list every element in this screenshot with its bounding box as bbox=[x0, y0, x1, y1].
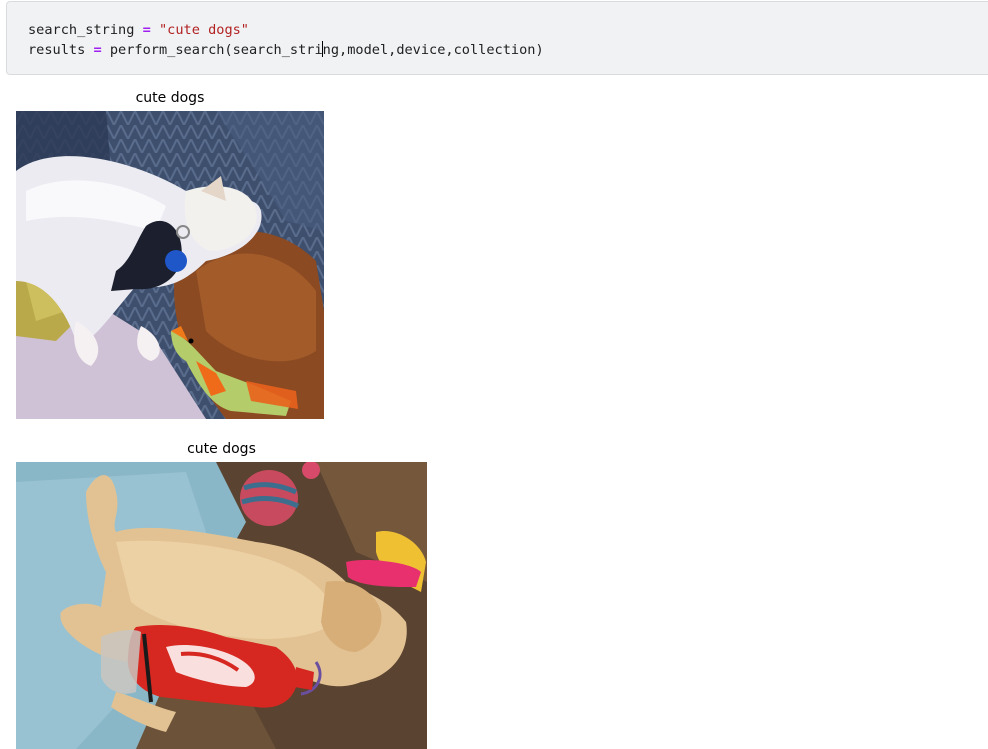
code-call-part1: perform_search(search_stri bbox=[109, 42, 323, 58]
code-variable: results bbox=[28, 42, 86, 58]
code-line-1[interactable]: search_string = "cute dogs" bbox=[28, 20, 249, 40]
photo-golden-puppy-sleeping-with-cola-bottle bbox=[16, 462, 427, 749]
photo-white-dog-and-brown-dog-sleeping bbox=[16, 111, 324, 419]
code-call-part2: ng,model,device,collection) bbox=[322, 42, 544, 58]
result-image-1 bbox=[16, 111, 324, 419]
code-line-2[interactable]: results = perform_search(search_string,m… bbox=[28, 40, 544, 60]
result-image-2 bbox=[16, 462, 427, 749]
code-operator: = bbox=[93, 42, 102, 58]
code-cell[interactable]: search_string = "cute dogs" results = pe… bbox=[6, 1, 988, 75]
code-string-literal: "cute dogs" bbox=[158, 22, 249, 38]
result-caption-2: cute dogs bbox=[187, 441, 256, 457]
code-operator: = bbox=[142, 22, 151, 38]
result-caption-1: cute dogs bbox=[135, 90, 205, 106]
code-variable: search_string bbox=[28, 22, 135, 38]
